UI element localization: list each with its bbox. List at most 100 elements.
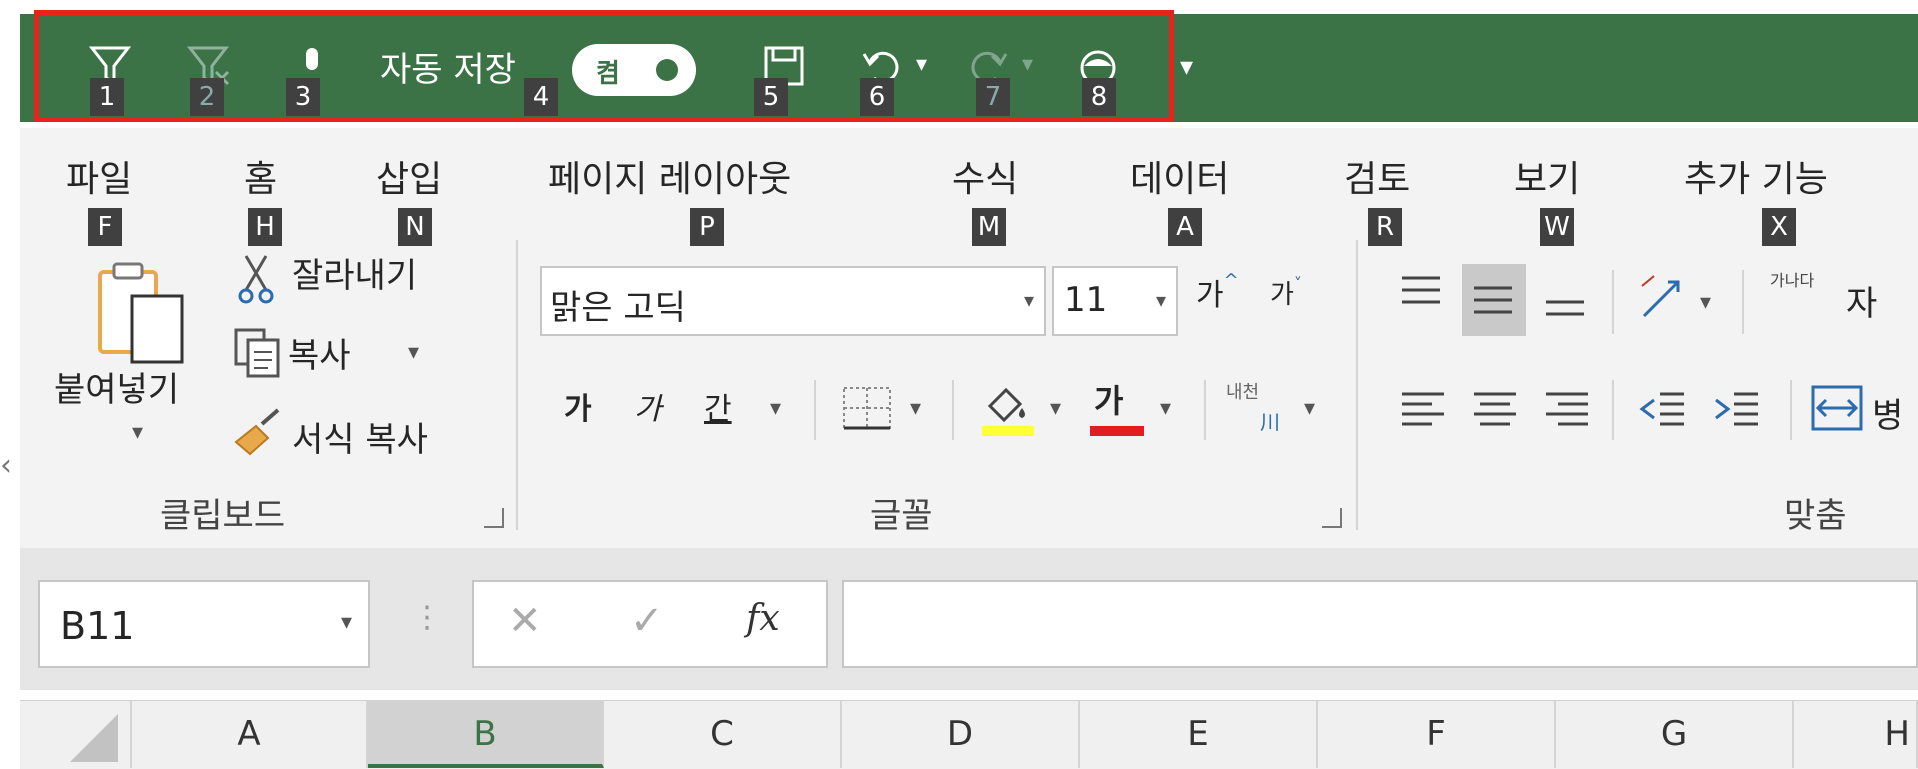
- keytip-tab-file: F: [88, 208, 122, 246]
- bottom-align-icon[interactable]: [1542, 288, 1588, 328]
- cut-button[interactable]: 잘라내기: [292, 248, 417, 297]
- tab-formulas[interactable]: 수식: [952, 150, 1018, 202]
- formula-input[interactable]: [842, 580, 1918, 668]
- caret-down-icon: ˅: [1293, 274, 1302, 293]
- toolbar-divider: [1204, 380, 1206, 440]
- increase-font-size-button[interactable]: 가^: [1196, 270, 1239, 314]
- column-header-f[interactable]: F: [1318, 700, 1556, 768]
- name-box-value: B11: [60, 604, 135, 648]
- toolbar-divider: [814, 380, 816, 440]
- tab-insert[interactable]: 삽입: [376, 150, 442, 202]
- font-name-value: 맑은 고딕: [550, 288, 686, 328]
- tab-data[interactable]: 데이터: [1130, 150, 1229, 202]
- italic-button[interactable]: 가: [634, 384, 662, 428]
- column-header-g[interactable]: G: [1556, 700, 1794, 768]
- keytip-tab-review: R: [1368, 208, 1402, 246]
- borders-dropdown-icon[interactable]: ▾: [910, 396, 921, 421]
- copy-dropdown-icon[interactable]: ▾: [408, 340, 419, 365]
- select-all-triangle-icon: [70, 714, 118, 762]
- wrap-text-glyph[interactable]: 가나다: [1770, 272, 1814, 290]
- paste-dropdown-icon[interactable]: ▾: [132, 420, 143, 445]
- column-header-e[interactable]: E: [1080, 700, 1318, 768]
- font-color-dropdown-icon[interactable]: ▾: [1160, 396, 1171, 421]
- toolbar-divider: [952, 380, 954, 440]
- column-header-h[interactable]: H: [1794, 700, 1918, 768]
- tab-page-layout[interactable]: 페이지 레이아웃: [548, 150, 791, 202]
- font-group-label: 글꼴: [870, 496, 933, 536]
- font-size-value: 11: [1064, 280, 1108, 320]
- cancel-icon[interactable]: ✕: [508, 598, 542, 644]
- keytip-tab-home: H: [248, 208, 282, 246]
- decrease-font-size-button[interactable]: 가˅: [1270, 274, 1302, 311]
- formula-buttons: ✕ ✓ fx: [472, 580, 828, 668]
- paste-button[interactable]: 붙여넣기: [54, 362, 179, 411]
- keytip-tab-add-ins: X: [1762, 208, 1796, 246]
- underline-dropdown-icon[interactable]: ▾: [770, 396, 781, 421]
- tab-home[interactable]: 홈: [244, 150, 277, 202]
- formula-bar-grip-icon[interactable]: ⋮: [412, 600, 442, 635]
- name-box[interactable]: B11 ▾: [38, 580, 370, 668]
- font-name-combobox[interactable]: 맑은 고딕 ▾: [540, 266, 1046, 336]
- merge-center-icon[interactable]: [1810, 384, 1864, 432]
- clipboard-launcher-icon[interactable]: [484, 508, 504, 528]
- align-center-icon[interactable]: [1470, 388, 1520, 432]
- orientation-dropdown-icon[interactable]: ▾: [1700, 290, 1711, 315]
- column-header-b[interactable]: B: [368, 700, 604, 768]
- decrease-font-glyph: 가: [1270, 280, 1294, 310]
- column-header-d[interactable]: D: [842, 700, 1080, 768]
- customize-qat-icon[interactable]: ▾: [1180, 52, 1193, 82]
- tab-review[interactable]: 검토: [1344, 150, 1410, 202]
- wrap-text-button[interactable]: 자: [1846, 276, 1877, 325]
- font-size-dropdown-icon[interactable]: ▾: [1156, 288, 1166, 312]
- alignment-group-label: 맞춤: [1784, 496, 1847, 536]
- caret-up-icon: ^: [1223, 270, 1239, 291]
- paste-icon[interactable]: [96, 262, 188, 366]
- font-name-dropdown-icon[interactable]: ▾: [1024, 288, 1034, 312]
- font-color-swatch: [1090, 426, 1144, 436]
- align-left-icon[interactable]: [1398, 388, 1448, 432]
- align-right-icon[interactable]: [1542, 388, 1592, 432]
- middle-align-icon[interactable]: [1470, 280, 1516, 320]
- decrease-indent-icon[interactable]: [1638, 388, 1688, 432]
- format-painter-icon[interactable]: [232, 408, 284, 456]
- copy-icon[interactable]: [234, 328, 282, 378]
- clipboard-group-label: 클립보드: [160, 496, 286, 536]
- increase-font-glyph: 가: [1196, 278, 1224, 313]
- tab-file[interactable]: 파일: [66, 150, 132, 202]
- merge-center-button[interactable]: 병: [1872, 388, 1903, 437]
- name-box-dropdown-icon[interactable]: ▾: [341, 610, 352, 635]
- toolbar-divider: [1612, 270, 1614, 334]
- borders-icon[interactable]: [842, 386, 892, 430]
- keytip-tab-formulas: M: [972, 208, 1006, 246]
- enter-icon[interactable]: ✓: [630, 598, 664, 644]
- toolbar-divider: [1790, 380, 1792, 440]
- tab-view[interactable]: 보기: [1514, 150, 1580, 202]
- phonetic-dropdown-icon[interactable]: ▾: [1304, 396, 1315, 421]
- format-painter-button[interactable]: 서식 복사: [292, 412, 428, 461]
- phonetic-bottom-text[interactable]: 川: [1260, 406, 1280, 435]
- increase-indent-icon[interactable]: [1712, 388, 1762, 432]
- fill-color-dropdown-icon[interactable]: ▾: [1050, 396, 1061, 421]
- keytip-tab-page-layout: P: [690, 208, 724, 246]
- fill-color-icon[interactable]: [980, 380, 1036, 436]
- cut-icon[interactable]: [238, 254, 274, 304]
- keytip-tab-data: A: [1168, 208, 1202, 246]
- phonetic-top-text[interactable]: 내천: [1226, 378, 1259, 404]
- select-all-corner[interactable]: [20, 700, 132, 768]
- font-launcher-icon[interactable]: [1322, 508, 1342, 528]
- column-header-c[interactable]: C: [604, 700, 842, 768]
- group-divider: [516, 240, 518, 530]
- font-color-button[interactable]: 가: [1094, 376, 1123, 422]
- keytip-tab-insert: N: [398, 208, 432, 246]
- toolbar-divider: [1742, 270, 1744, 334]
- tab-add-ins[interactable]: 추가 기능: [1684, 150, 1828, 202]
- copy-button[interactable]: 복사: [288, 328, 351, 377]
- font-size-combobox[interactable]: 11 ▾: [1052, 266, 1178, 336]
- insert-function-button[interactable]: fx: [746, 598, 780, 639]
- underline-button[interactable]: 간: [704, 384, 732, 428]
- top-align-icon[interactable]: [1398, 272, 1444, 312]
- collapse-left-icon[interactable]: ‹: [0, 448, 12, 483]
- orientation-icon[interactable]: [1638, 272, 1688, 322]
- bold-button[interactable]: 가: [564, 384, 592, 428]
- column-header-a[interactable]: A: [132, 700, 368, 768]
